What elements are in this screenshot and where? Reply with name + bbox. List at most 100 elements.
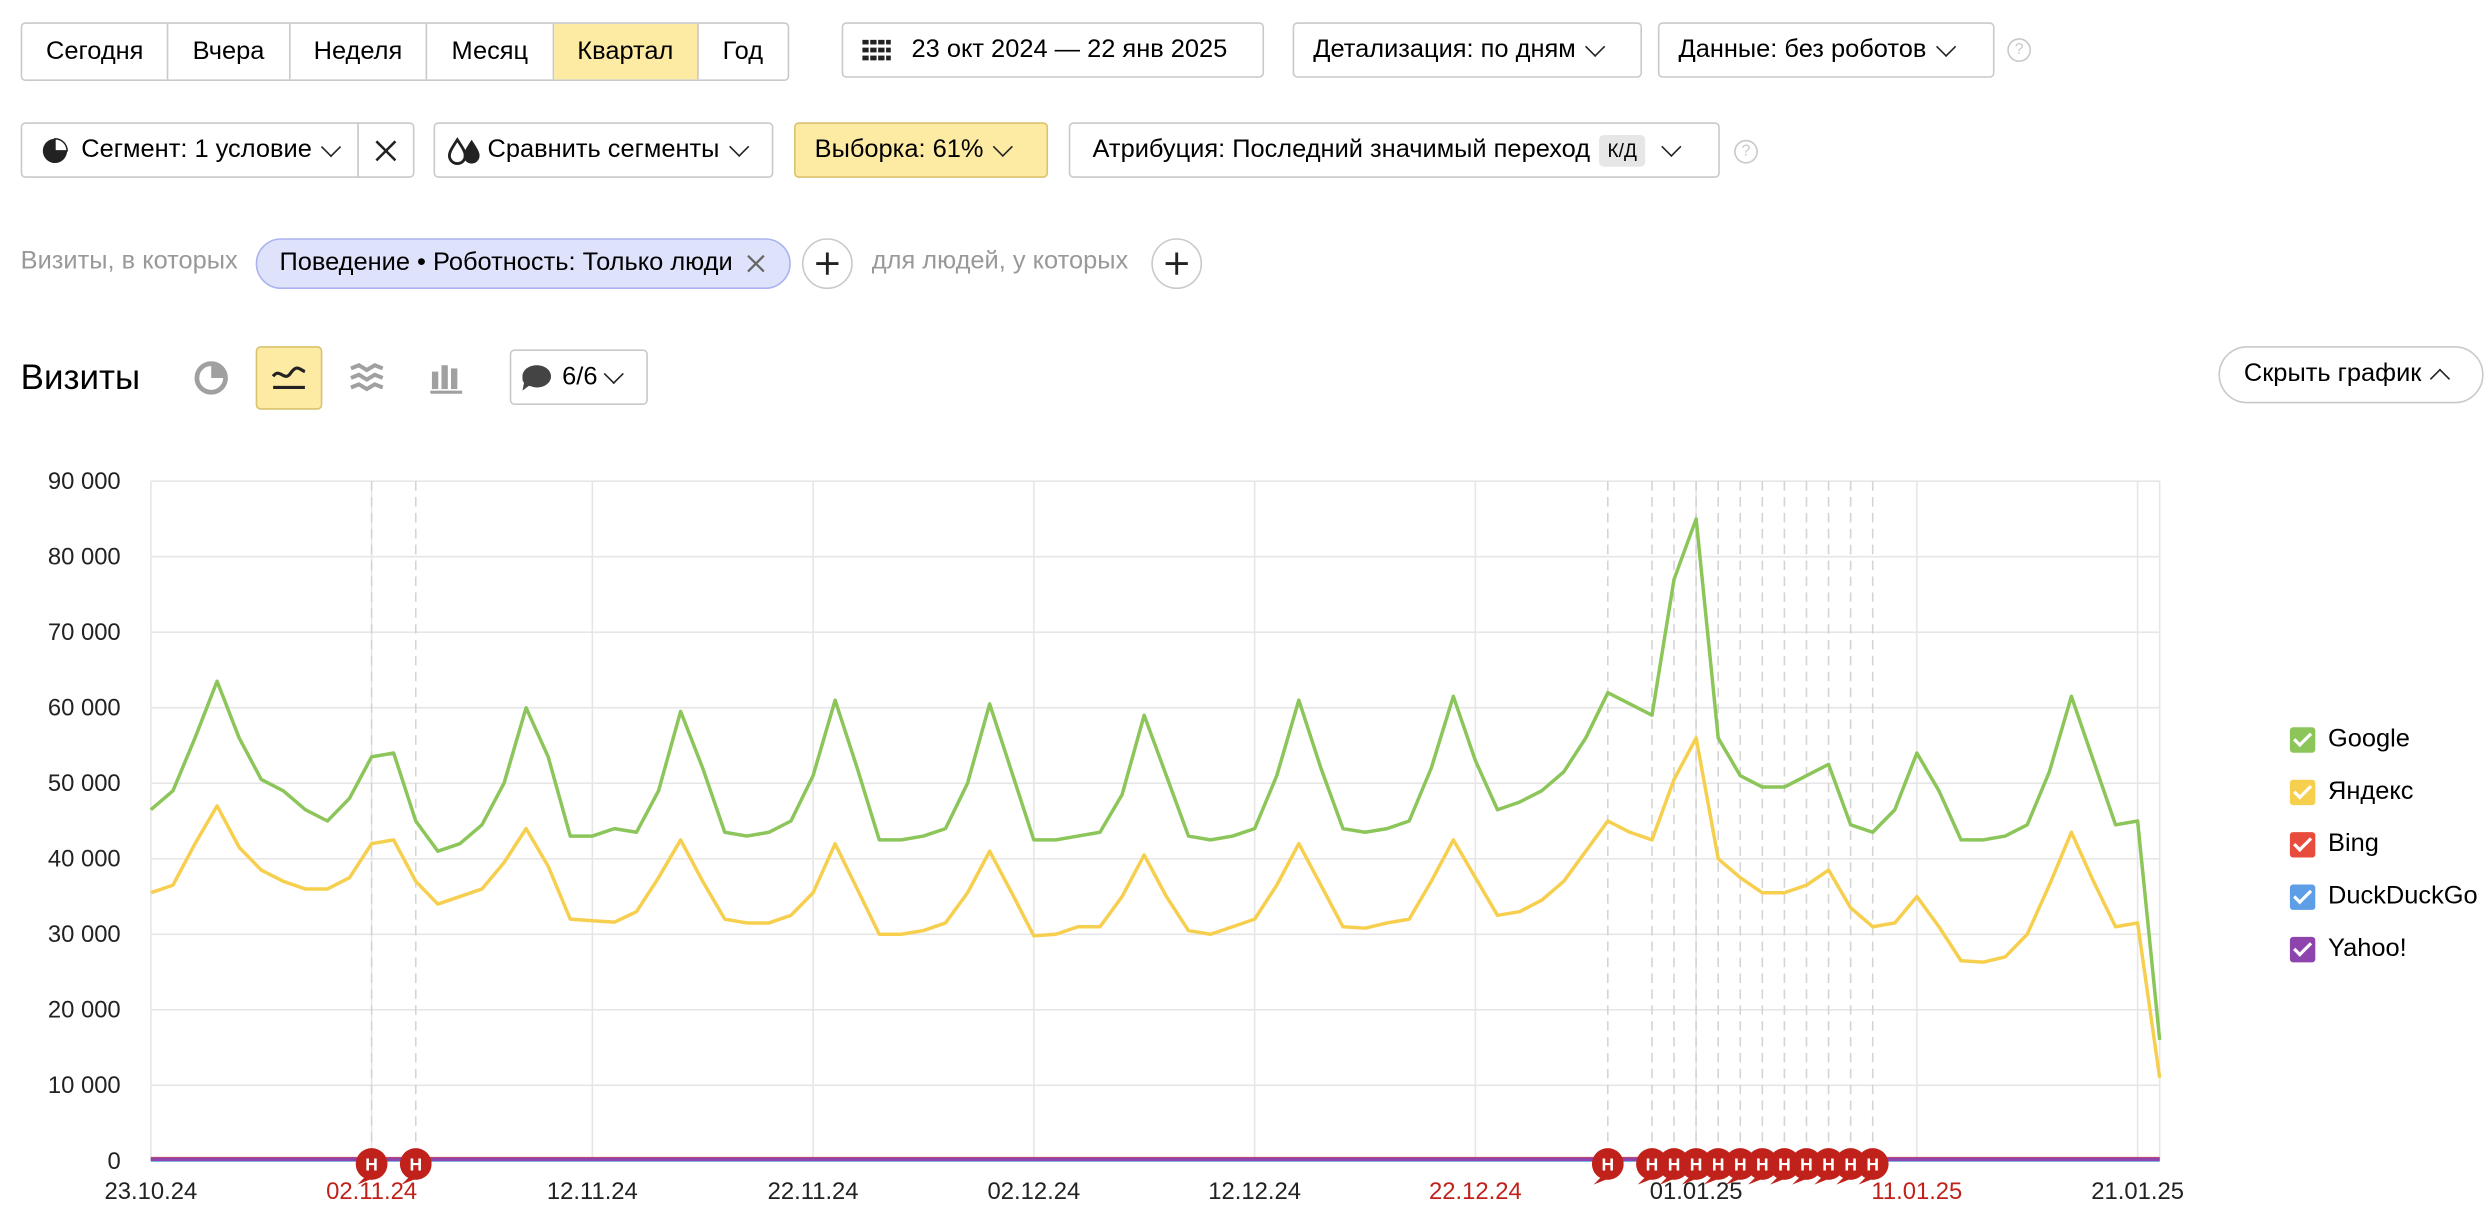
attribution-badge: К/Д (1599, 134, 1645, 166)
segment-label: Сегмент: 1 условие (81, 135, 312, 163)
chevron-down-icon (1585, 35, 1606, 57)
series-line-google (149, 517, 2162, 1041)
legend-item-yahoo[interactable]: Yahoo! (2289, 935, 2407, 964)
tab-quarter[interactable]: Квартал (553, 23, 699, 80)
checkbox-checked-icon (2289, 779, 2316, 806)
help-icon[interactable]: ? (2007, 38, 2032, 62)
y-tick-label: 20 000 (48, 997, 121, 1024)
tab-today[interactable]: Сегодня (22, 23, 169, 80)
metrica-report: Сегодня Вчера Неделя Месяц Квартал Год 2… (0, 0, 2490, 1224)
date-range-label: 23 окт 2024 — 22 янв 2025 (911, 35, 1228, 63)
stacked-bar-icon (430, 365, 463, 394)
close-icon (375, 139, 397, 161)
tab-month[interactable]: Месяц (428, 23, 554, 80)
help-icon[interactable]: ? (1734, 139, 1758, 164)
legend-label: Яндекс (2328, 778, 2414, 806)
hide-chart-label: Скрыть график (2243, 360, 2422, 388)
filter-people-label: для людей, у которых (871, 247, 1129, 275)
chevron-down-icon (1660, 135, 1682, 157)
x-tick-label: 02.11.24 (326, 1178, 417, 1205)
checkbox-checked-icon (2289, 936, 2316, 963)
legend-label: Bing (2328, 830, 2379, 858)
holiday-marker-label: Н (1822, 1154, 1835, 1174)
y-tick-label: 0 (107, 1148, 120, 1175)
compare-segments-dropdown[interactable]: Сравнить сегменты (433, 122, 774, 178)
line-chart-view-button[interactable] (255, 346, 323, 410)
chevron-down-icon (993, 135, 1014, 157)
drops-icon (447, 136, 480, 165)
x-tick-label: 22.12.24 (1429, 1178, 1522, 1205)
add-people-condition-button[interactable] (1151, 238, 1203, 290)
holiday-marker-label: Н (1866, 1154, 1879, 1174)
visits-line-chart: 0 10 000 20 000 30 000 40 000 50 000 60 000 70 … (48, 468, 2184, 1205)
pie-chart-view-button[interactable] (178, 346, 245, 410)
series-line-яндекс (150, 736, 2162, 1079)
filter-chip-label: Поведение • Роботность: Только люди (279, 249, 733, 277)
holiday-marker-label: Н (1602, 1154, 1615, 1174)
segment-dropdown[interactable]: Сегмент: 1 условие (20, 122, 359, 178)
y-tick-label: 50 000 (48, 770, 121, 797)
checkbox-checked-icon (2289, 832, 2316, 858)
attribution-dropdown[interactable]: Атрибуция: Последний значимый переход К/… (1068, 122, 1720, 178)
holiday-marker-label: Н (1734, 1154, 1747, 1174)
x-tick-label: 23.10.24 (105, 1178, 198, 1205)
detail-dropdown[interactable]: Детализация: по дням (1292, 22, 1642, 78)
filter-prefix-label: Визиты, в которых (20, 247, 238, 275)
pie-segment-icon (42, 137, 68, 163)
legend-item-google[interactable]: Google (2289, 725, 2410, 755)
holiday-marker-label: Н (1712, 1154, 1725, 1174)
attribution-label: Атрибуция: Последний значимый переход (1092, 135, 1591, 163)
checkbox-checked-icon (2289, 727, 2316, 753)
annotations-dropdown[interactable]: 6/6 (509, 349, 648, 405)
data-filter-label: Данные: без роботов (1678, 35, 1927, 63)
plus-icon (816, 252, 839, 275)
legend-item-duckduckgo[interactable]: DuckDuckGo (2289, 883, 2478, 912)
chevron-down-icon (729, 135, 750, 157)
chevron-down-icon (321, 136, 342, 157)
legend-label: Google (2328, 725, 2410, 753)
chevron-up-icon (2429, 368, 2450, 389)
compare-segments-label: Сравнить сегменты (487, 135, 720, 163)
holiday-marker-label: Н (1756, 1154, 1769, 1174)
holiday-marker-label: Н (365, 1154, 378, 1174)
comment-icon (522, 364, 552, 390)
sample-label: Выборка: 61% (814, 135, 984, 163)
bar-chart-view-button[interactable] (413, 346, 480, 410)
y-tick-label: 90 000 (48, 468, 121, 495)
checkbox-checked-icon (2289, 884, 2316, 910)
hide-chart-button[interactable]: Скрыть график (2218, 346, 2484, 404)
x-tick-label: 12.12.24 (1208, 1178, 1301, 1205)
tab-yesterday[interactable]: Вчера (169, 23, 290, 80)
date-range-picker[interactable]: 23 окт 2024 — 22 янв 2025 (841, 22, 1265, 78)
y-tick-label: 30 000 (48, 921, 121, 948)
tab-week[interactable]: Неделя (290, 23, 428, 80)
filter-chip[interactable]: Поведение • Роботность: Только люди (255, 238, 792, 290)
stacked-area-icon (350, 363, 384, 392)
pie-chart-icon (194, 361, 228, 395)
period-tabs: Сегодня Вчера Неделя Месяц Квартал Год (20, 22, 789, 81)
sample-dropdown[interactable]: Выборка: 61% (794, 122, 1049, 178)
x-tick-label: 21.01.25 (2091, 1178, 2184, 1205)
tab-year[interactable]: Год (699, 24, 787, 80)
area-chart-view-button[interactable] (333, 346, 400, 410)
detail-label: Детализация: по дням (1313, 35, 1576, 63)
line-chart-icon (271, 366, 306, 390)
y-tick-label: 10 000 (48, 1072, 121, 1099)
plus-icon (1165, 252, 1188, 275)
calendar-grid-icon (862, 38, 891, 60)
y-tick-label: 60 000 (48, 695, 121, 722)
holiday-marker-label: Н (1778, 1154, 1791, 1174)
add-visit-condition-button[interactable] (801, 238, 853, 290)
holiday-marker-label: Н (1690, 1154, 1703, 1174)
y-tick-label: 70 000 (48, 619, 121, 646)
segment-clear-button[interactable] (357, 122, 415, 178)
holiday-marker-label: Н (409, 1154, 422, 1174)
holiday-marker-label: Н (1668, 1154, 1681, 1174)
chevron-down-icon (604, 363, 625, 384)
data-filter-dropdown[interactable]: Данные: без роботов (1657, 22, 1995, 78)
close-icon[interactable] (745, 252, 767, 274)
legend-item-yandex[interactable]: Яндекс (2289, 778, 2414, 807)
legend-item-bing[interactable]: Bing (2289, 830, 2379, 860)
legend-label: Yahoo! (2328, 935, 2407, 963)
annotations-count: 6/6 (562, 362, 598, 390)
